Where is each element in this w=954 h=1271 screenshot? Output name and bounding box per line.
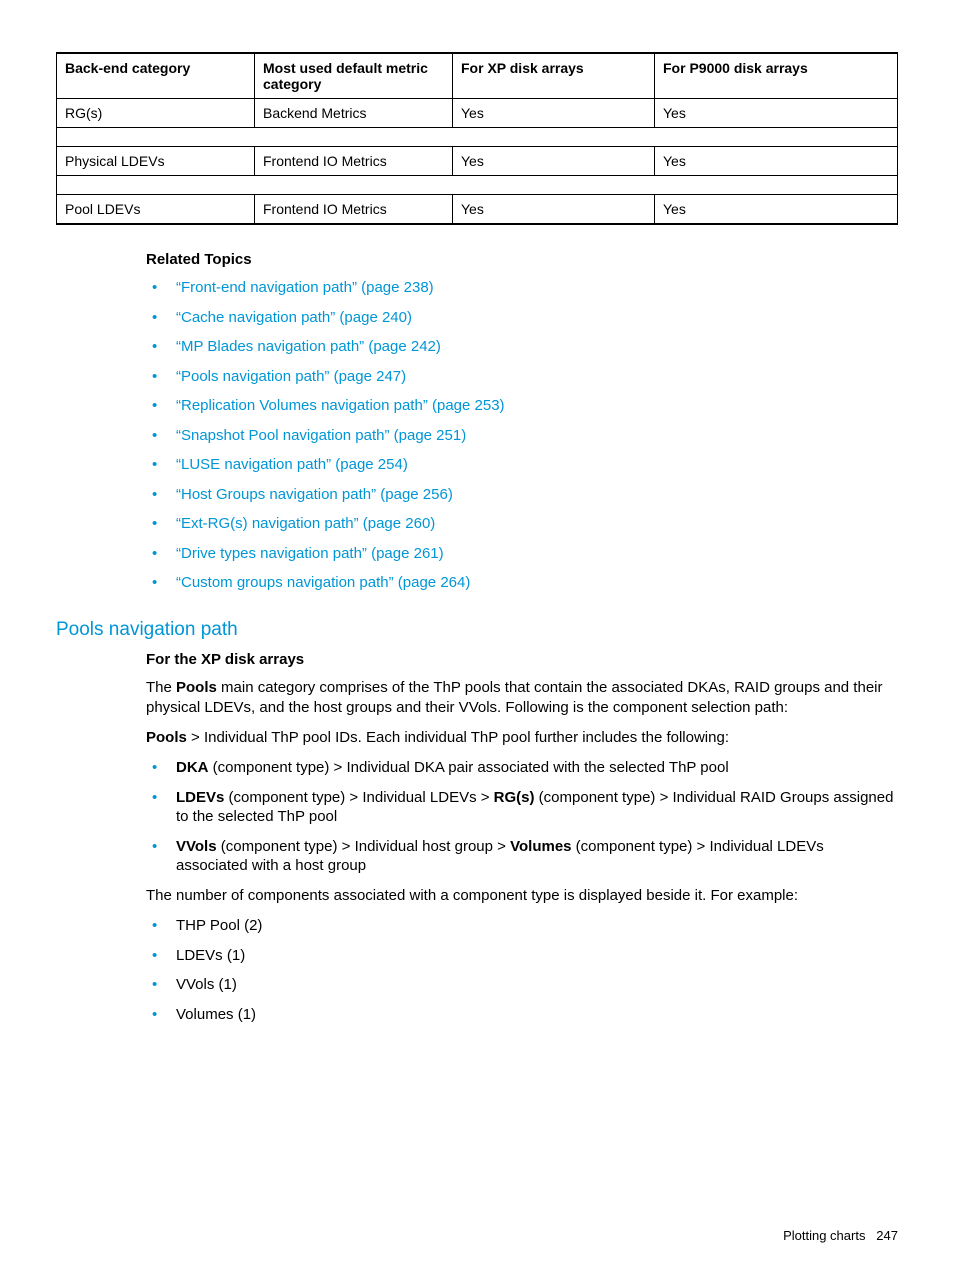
list-item: DKA (component type) > Individual DKA pa… bbox=[146, 758, 898, 778]
list-item: Volumes (1) bbox=[146, 1005, 898, 1025]
table-header: Most used default metric category bbox=[255, 53, 453, 99]
related-topic-item: “Front-end navigation path” (page 238) bbox=[146, 278, 898, 298]
list-item: VVols (component type) > Individual host… bbox=[146, 837, 898, 876]
related-topic-item: “Drive types navigation path” (page 261) bbox=[146, 544, 898, 564]
backend-table: Back-end category Most used default metr… bbox=[56, 52, 898, 225]
page-footer: Plotting charts 247 bbox=[783, 1228, 898, 1243]
related-topic-link[interactable]: “Front-end navigation path” (page 238) bbox=[176, 279, 434, 296]
related-topic-item: “Ext-RG(s) navigation path” (page 260) bbox=[146, 514, 898, 534]
related-topic-item: “Custom groups navigation path” (page 26… bbox=[146, 573, 898, 593]
example-list: THP Pool (2) LDEVs (1) VVols (1) Volumes (1… bbox=[146, 916, 898, 1024]
table-cell: Yes bbox=[655, 195, 898, 225]
table-cell: Backend Metrics bbox=[255, 99, 453, 128]
table-row: Physical LDEVs Frontend IO Metrics Yes Y… bbox=[57, 147, 898, 176]
table-row: Pool LDEVs Frontend IO Metrics Yes Yes bbox=[57, 195, 898, 225]
table-cell: Pool LDEVs bbox=[57, 195, 255, 225]
related-topics-heading: Related Topics bbox=[146, 251, 898, 268]
related-topic-link[interactable]: “Snapshot Pool navigation path” (page 25… bbox=[176, 427, 466, 444]
related-topic-link[interactable]: “Drive types navigation path” (page 261) bbox=[176, 545, 444, 562]
table-cell: Frontend IO Metrics bbox=[255, 147, 453, 176]
table-row: RG(s) Backend Metrics Yes Yes bbox=[57, 99, 898, 128]
related-topic-item: “Host Groups navigation path” (page 256) bbox=[146, 485, 898, 505]
table-header: For XP disk arrays bbox=[453, 53, 655, 99]
subsection-heading: For the XP disk arrays bbox=[146, 651, 898, 668]
paragraph: Pools > Individual ThP pool IDs. Each in… bbox=[146, 728, 898, 748]
related-topic-item: “Pools navigation path” (page 247) bbox=[146, 367, 898, 387]
related-topic-item: “Cache navigation path” (page 240) bbox=[146, 308, 898, 328]
related-topic-link[interactable]: “Ext-RG(s) navigation path” (page 260) bbox=[176, 515, 435, 532]
related-topic-link[interactable]: “Replication Volumes navigation path” (p… bbox=[176, 397, 505, 414]
list-item: LDEVs (1) bbox=[146, 946, 898, 966]
table-cell: Yes bbox=[453, 195, 655, 225]
table-cell: Physical LDEVs bbox=[57, 147, 255, 176]
related-topic-link[interactable]: “Host Groups navigation path” (page 256) bbox=[176, 486, 453, 503]
list-item: VVols (1) bbox=[146, 975, 898, 995]
table-cell: Yes bbox=[453, 147, 655, 176]
related-topic-link[interactable]: “Pools navigation path” (page 247) bbox=[176, 368, 406, 385]
component-path-list: DKA (component type) > Individual DKA pa… bbox=[146, 758, 898, 876]
related-topic-link[interactable]: “MP Blades navigation path” (page 242) bbox=[176, 338, 441, 355]
related-topic-item: “Replication Volumes navigation path” (p… bbox=[146, 396, 898, 416]
related-topic-link[interactable]: “Custom groups navigation path” (page 26… bbox=[176, 574, 470, 591]
related-topic-link[interactable]: “LUSE navigation path” (page 254) bbox=[176, 456, 408, 473]
list-item: LDEVs (component type) > Individual LDEV… bbox=[146, 788, 898, 827]
related-topic-link[interactable]: “Cache navigation path” (page 240) bbox=[176, 309, 412, 326]
table-header-row: Back-end category Most used default metr… bbox=[57, 53, 898, 99]
list-item: THP Pool (2) bbox=[146, 916, 898, 936]
table-cell: Frontend IO Metrics bbox=[255, 195, 453, 225]
table-cell: Yes bbox=[453, 99, 655, 128]
section-heading: Pools navigation path bbox=[56, 619, 898, 641]
table-cell: RG(s) bbox=[57, 99, 255, 128]
related-topic-item: “Snapshot Pool navigation path” (page 25… bbox=[146, 426, 898, 446]
table-cell: Yes bbox=[655, 99, 898, 128]
table-cell: Yes bbox=[655, 147, 898, 176]
table-header: For P9000 disk arrays bbox=[655, 53, 898, 99]
paragraph: The number of components associated with… bbox=[146, 886, 898, 906]
related-topic-item: “MP Blades navigation path” (page 242) bbox=[146, 337, 898, 357]
paragraph: The Pools main category comprises of the… bbox=[146, 678, 898, 719]
related-topic-item: “LUSE navigation path” (page 254) bbox=[146, 455, 898, 475]
related-topics-list: “Front-end navigation path” (page 238) “C… bbox=[146, 278, 898, 593]
table-header: Back-end category bbox=[57, 53, 255, 99]
